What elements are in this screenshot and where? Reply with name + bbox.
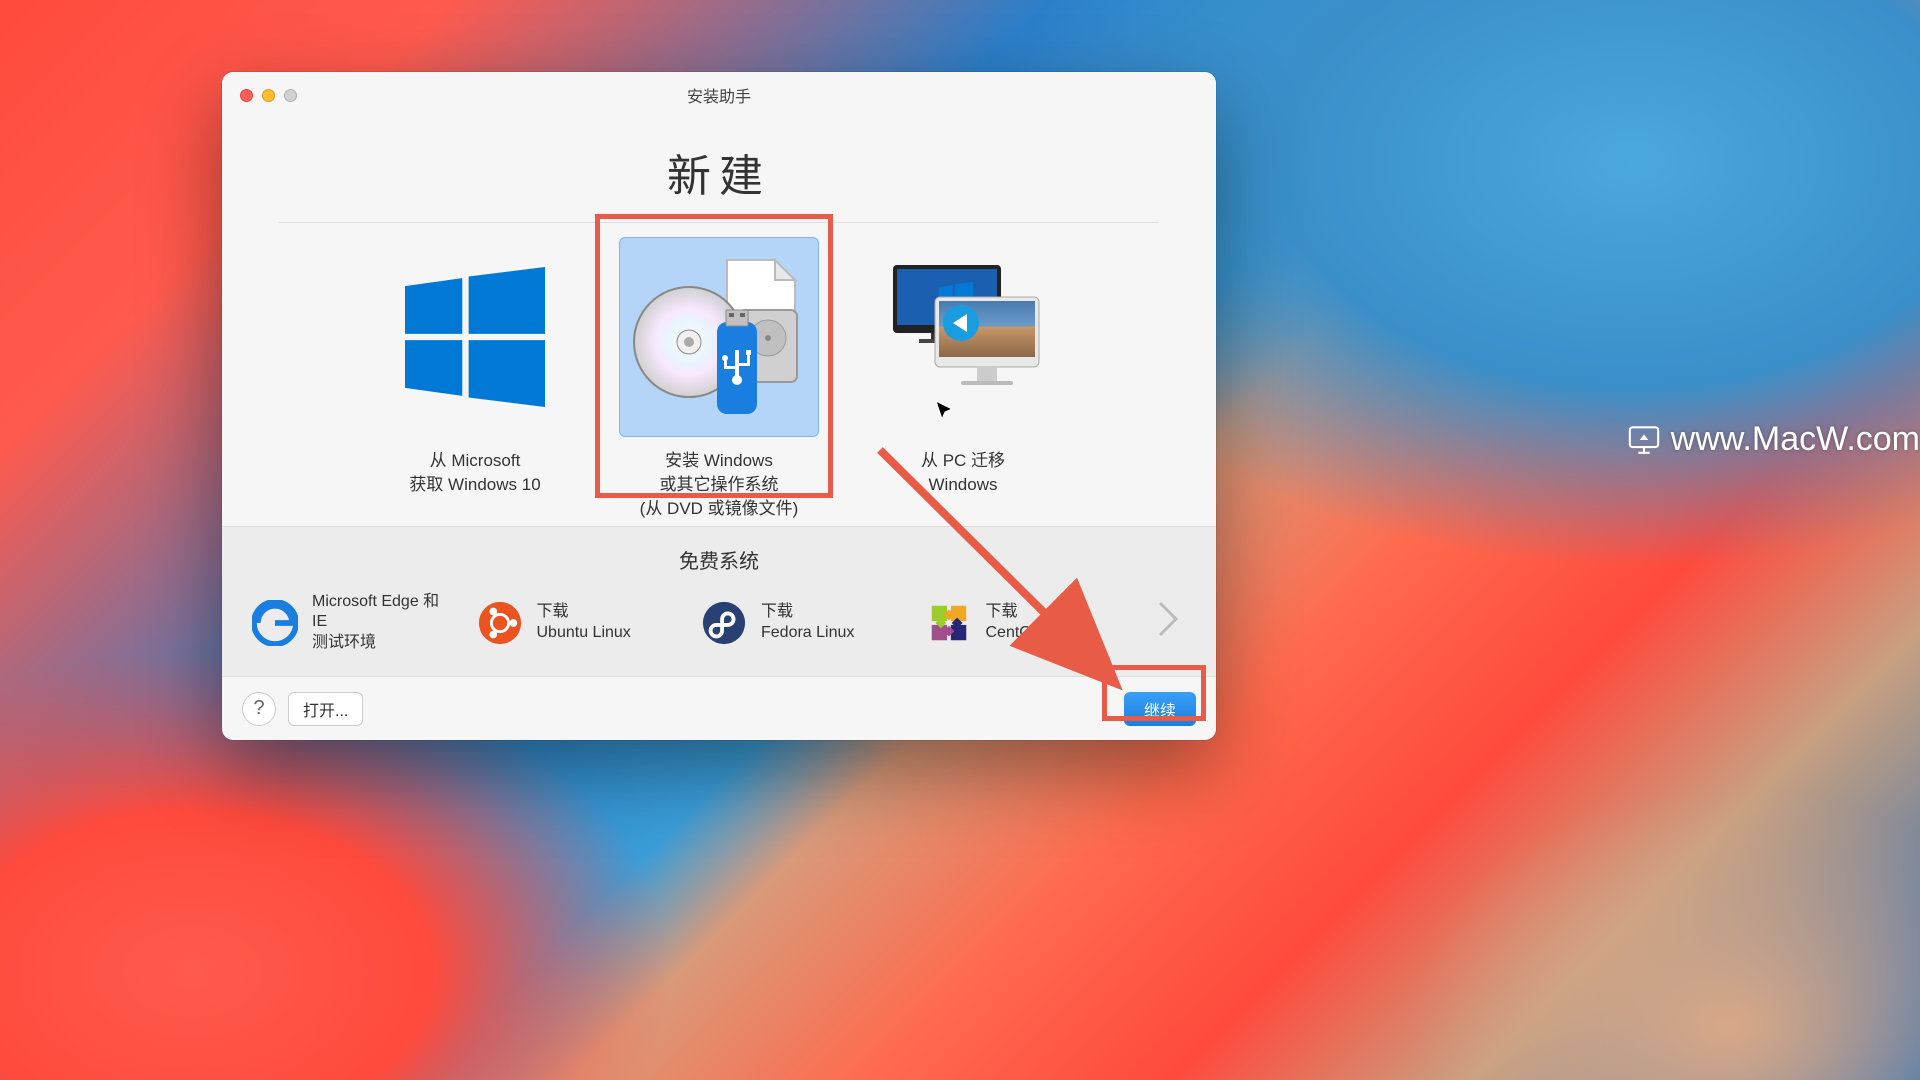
free-item-fedora[interactable]: 下载 Fedora Linux <box>701 600 908 646</box>
windows-logo-icon <box>405 267 545 407</box>
ubuntu-icon <box>477 600 523 646</box>
chevron-right-icon <box>1158 601 1178 637</box>
option-install-from-dvd-image[interactable]: 安装 Windows 或其它操作系统 (从 DVD 或镜像文件) <box>609 237 829 520</box>
free-item-label: Fedora Linux <box>761 623 854 644</box>
centos-icon <box>926 600 972 646</box>
option-get-windows-10[interactable]: 从 Microsoft 获取 Windows 10 <box>365 237 585 497</box>
edge-icon <box>252 600 298 646</box>
help-button[interactable]: ? <box>242 692 276 726</box>
option-label: 从 PC 迁移 <box>921 449 1005 473</box>
open-button[interactable]: 打开... <box>288 692 363 726</box>
titlebar: 安装助手 <box>222 72 1216 118</box>
page-heading: 新建 <box>667 140 771 204</box>
watermark: www.MacW.com <box>1627 420 1920 459</box>
installation-assistant-window: 安装助手 新建 从 Microsoft 获取 Windows 10 <box>222 72 1216 740</box>
option-label: 从 Microsoft <box>409 449 540 473</box>
free-item-centos[interactable]: 下载 CentOS Linux <box>926 600 1133 646</box>
next-page-button[interactable] <box>1150 599 1186 647</box>
free-systems-section: 免费系统 Microsoft Edge 和 IE 测试环境 下载 Ubuntu … <box>222 526 1216 676</box>
free-item-label: 下载 <box>537 602 631 623</box>
pc-transfer-icon <box>883 257 1043 417</box>
free-item-label: Microsoft Edge 和 IE <box>312 592 459 634</box>
free-item-label: Ubuntu Linux <box>537 623 631 644</box>
option-migrate-from-pc[interactable]: 从 PC 迁移 Windows <box>853 237 1073 497</box>
install-options: 从 Microsoft 获取 Windows 10 <box>365 237 1073 520</box>
disc-usb-file-icon <box>629 252 809 422</box>
fedora-icon <box>701 600 747 646</box>
free-item-edge-ie[interactable]: Microsoft Edge 和 IE 测试环境 <box>252 592 459 654</box>
option-label: (从 DVD 或镜像文件) <box>640 497 799 521</box>
main-content: 新建 从 Microsoft 获取 Windows 10 <box>222 118 1216 526</box>
continue-button[interactable]: 继续 <box>1124 692 1196 726</box>
free-item-label: 测试环境 <box>312 633 459 654</box>
footer: ? 打开... 继续 <box>222 676 1216 740</box>
option-label: 安装 Windows <box>640 449 799 473</box>
free-item-label: CentOS Linux <box>986 623 1086 644</box>
monitor-icon <box>1627 423 1661 457</box>
divider <box>279 222 1159 223</box>
free-item-label: 下载 <box>986 602 1086 623</box>
window-title: 安装助手 <box>222 83 1216 107</box>
option-label: 或其它操作系统 <box>640 473 799 497</box>
free-item-ubuntu[interactable]: 下载 Ubuntu Linux <box>477 600 684 646</box>
option-label: Windows <box>921 473 1005 497</box>
option-label: 获取 Windows 10 <box>409 473 540 497</box>
free-item-label: 下载 <box>761 602 854 623</box>
free-systems-title: 免费系统 <box>252 545 1186 574</box>
